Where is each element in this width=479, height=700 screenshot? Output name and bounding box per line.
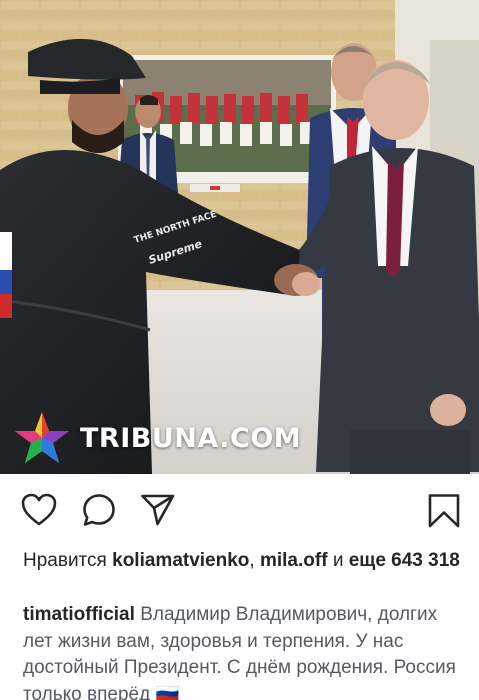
tribuna-watermark: TRIBUNA.COM — [14, 410, 301, 466]
photo-scene: THE NORTH FACE Supreme — [0, 0, 479, 474]
likes-prefix: Нравится — [23, 550, 107, 571]
liker-username-2[interactable]: mila.off — [260, 550, 328, 571]
caption-username[interactable]: timatiofficial — [23, 604, 135, 625]
heart-icon[interactable] — [21, 493, 57, 527]
paper-plane-icon[interactable] — [140, 493, 176, 527]
liker-username-1[interactable]: koliamatvienko — [112, 550, 249, 571]
star-logo-icon — [15, 412, 69, 463]
bookmark-icon[interactable] — [427, 493, 461, 529]
likes-line: Нравится koliamatvienko, mila.off и еще … — [23, 548, 463, 574]
likes-and: и — [332, 550, 344, 571]
post-photo[interactable]: THE NORTH FACE Supreme TRIBUNA.COM — [0, 0, 479, 474]
likes-more-label[interactable]: еще — [349, 550, 386, 571]
post-action-bar — [0, 474, 479, 548]
post-caption: timatiofficial Владимир Владимирович, до… — [23, 602, 469, 700]
likes-separator: , — [249, 550, 255, 571]
comment-bubble-icon[interactable] — [82, 493, 116, 527]
watermark-text: TRIBUNA.COM — [80, 422, 302, 454]
likes-count[interactable]: 643 318 — [391, 550, 460, 571]
